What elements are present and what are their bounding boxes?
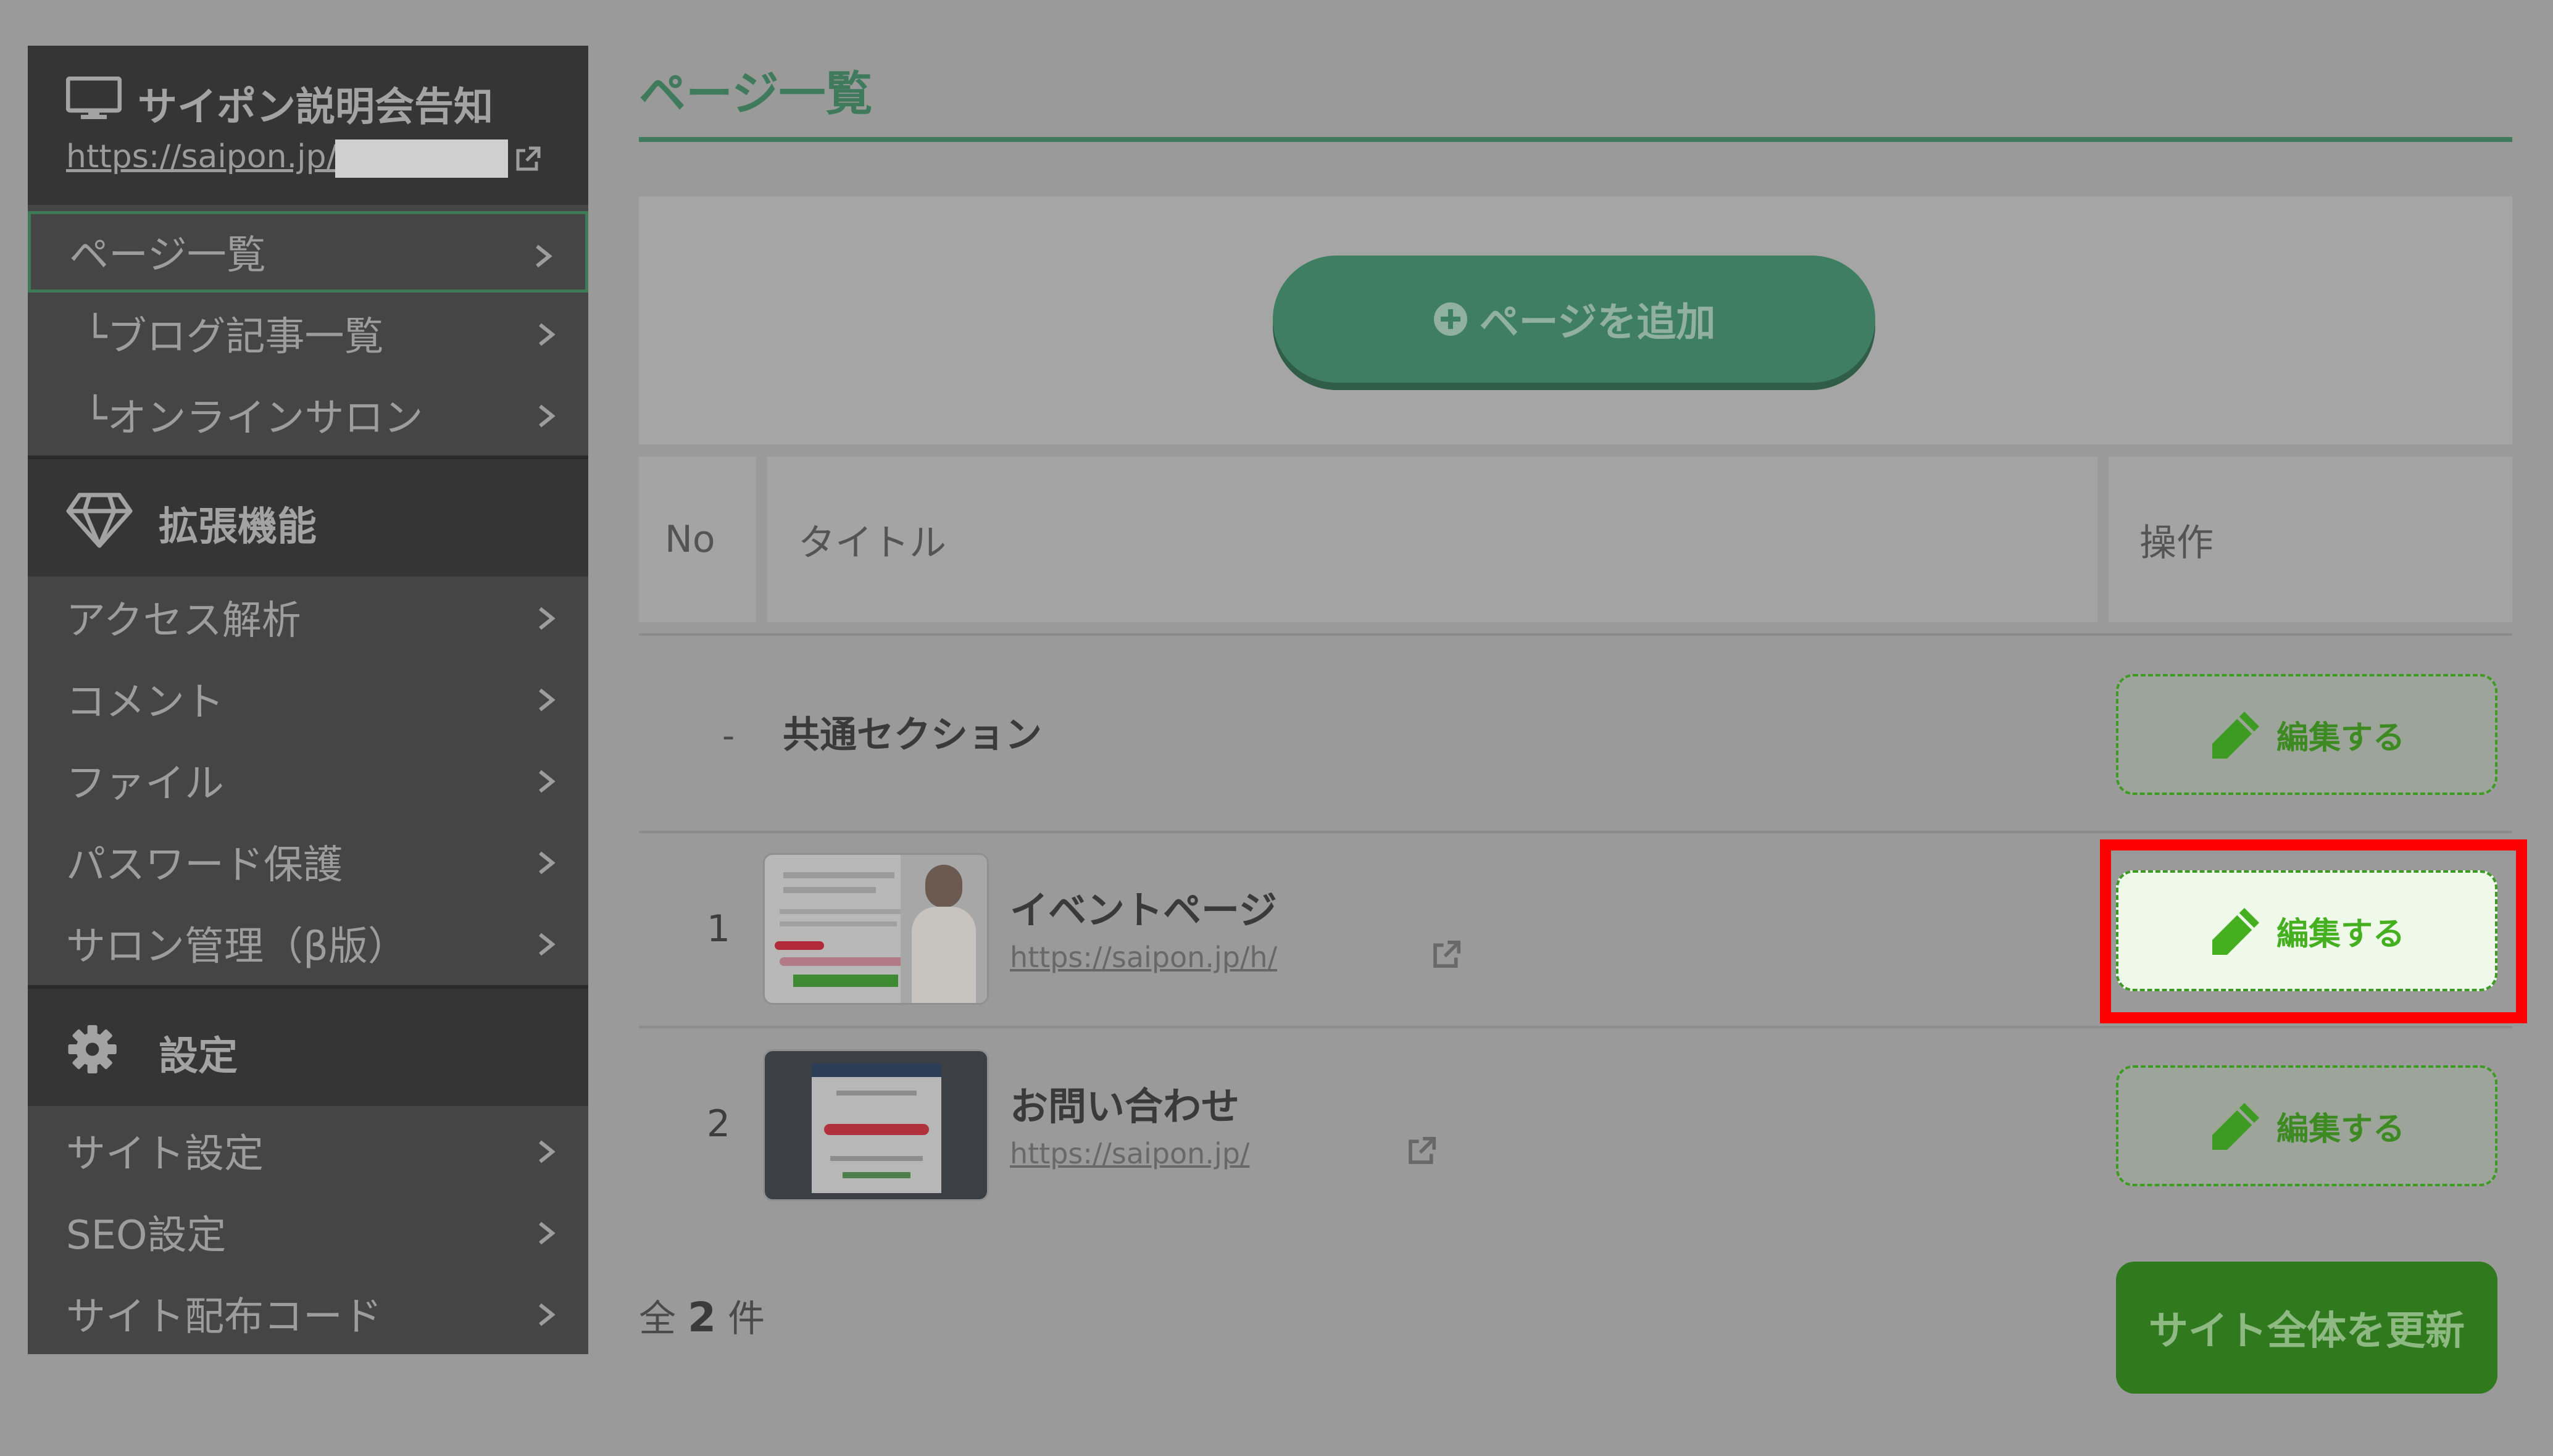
pencil-icon [2212, 1103, 2259, 1150]
section-label: 拡張機能 [159, 504, 317, 550]
thumb-text-line [830, 1156, 923, 1161]
page-thumbnail[interactable] [763, 1049, 989, 1201]
sidebar-item-online-salon[interactable]: └オンラインサロン [28, 374, 588, 456]
sidebar: サイポン説明会告知 https://saipon.jp/ ページ一覧 └ブログ記… [28, 46, 588, 1354]
row-divider [639, 1026, 2512, 1028]
sidebar-item-label: └オンラインサロン [83, 396, 423, 441]
sidebar-section-extensions: 拡張機能 [28, 456, 588, 576]
row-number: 2 [706, 1102, 731, 1146]
sidebar-item-password[interactable]: パスワード保護 [28, 821, 588, 902]
edit-page-button[interactable]: 編集する [2116, 1065, 2497, 1186]
monitor-icon [66, 77, 122, 119]
column-header-ops: 操作 [2109, 457, 2512, 622]
sidebar-item-label: アクセス解析 [66, 598, 301, 644]
thumb-text-line [783, 872, 894, 878]
edit-label: 編集する [2276, 719, 2405, 757]
sidebar-item-distribution-code[interactable]: サイト配布コード [28, 1273, 588, 1354]
thumb-text-line [836, 1091, 917, 1096]
sidebar-item-label: ページ一覧 [69, 233, 266, 278]
sidebar-item-label: サイト設定 [66, 1131, 264, 1177]
chevron-right-icon [539, 1303, 556, 1326]
add-page-button[interactable]: ページを追加 [1273, 256, 1875, 383]
sidebar-item-label: パスワード保護 [66, 842, 343, 888]
page-title: ページ一覧 [639, 66, 873, 121]
redacted-url-mask [335, 139, 508, 178]
edit-label: 編集する [2276, 1110, 2405, 1148]
sidebar-item-page-list[interactable]: ページ一覧 [28, 211, 588, 293]
sidebar-item-label: コメント [66, 680, 224, 725]
sidebar-item-blog-list[interactable]: └ブログ記事一覧 [28, 293, 588, 374]
thumb-red-button [824, 1124, 929, 1135]
chevron-right-icon [539, 770, 556, 793]
row-page-url[interactable]: https://saipon.jp/ [1010, 1137, 1249, 1170]
plus-circle-icon [1433, 302, 1467, 336]
common-section-dash: - [722, 716, 735, 756]
update-site-button[interactable]: サイト全体を更新 [2116, 1262, 2497, 1394]
chevron-right-icon [539, 323, 556, 346]
add-page-label: ページを追加 [1479, 300, 1716, 346]
sidebar-item-analytics[interactable]: アクセス解析 [28, 576, 588, 658]
chevron-right-icon [539, 1221, 556, 1245]
thumb-card-header [812, 1063, 941, 1077]
chevron-right-icon [539, 688, 556, 712]
common-section-label: 共通セクション [783, 713, 1042, 757]
sidebar-item-salon-admin[interactable]: サロン管理（β版） [28, 902, 588, 984]
row-page-name: イベントページ [1010, 888, 1277, 933]
chevron-right-icon [539, 607, 556, 630]
thumb-card [812, 1063, 941, 1193]
thumb-phone-line [843, 1172, 910, 1178]
edit-common-section-button[interactable]: 編集する [2116, 674, 2497, 795]
thumb-red-label [775, 941, 824, 950]
sidebar-item-site-settings[interactable]: サイト設定 [28, 1110, 588, 1191]
thumb-text-line [783, 887, 876, 893]
sidebar-item-files[interactable]: ファイル [28, 739, 588, 821]
sidebar-item-label: ファイル [66, 761, 224, 807]
sidebar-item-label: SEO設定 [66, 1213, 227, 1258]
sidebar-item-label: サイト配布コード [66, 1294, 382, 1340]
thumb-green-button [793, 975, 898, 987]
total-count: 全 2 件 [639, 1289, 765, 1342]
site-header: サイポン説明会告知 https://saipon.jp/ [28, 46, 588, 205]
external-link-icon[interactable] [1430, 938, 1463, 971]
column-header-no: No [639, 457, 756, 622]
page-thumbnail[interactable] [763, 853, 989, 1005]
sidebar-item-seo-settings[interactable]: SEO設定 [28, 1191, 588, 1273]
thumb-text-line [780, 921, 897, 926]
site-url-link[interactable]: https://saipon.jp/ [66, 138, 337, 175]
row-page-url[interactable]: https://saipon.jp/h/ [1010, 941, 1277, 974]
total-number: 2 [688, 1294, 717, 1341]
external-link-icon[interactable] [513, 144, 543, 174]
diamond-icon [66, 493, 133, 548]
row-divider [639, 831, 2512, 833]
title-underline [639, 137, 2512, 142]
gear-icon [68, 1025, 117, 1074]
external-link-icon[interactable] [1405, 1134, 1438, 1168]
column-header-title: タイトル [767, 457, 2097, 622]
sidebar-item-comments[interactable]: コメント [28, 658, 588, 739]
highlight-box [2100, 839, 2527, 1023]
section-label: 設定 [159, 1034, 238, 1080]
row-number: 1 [706, 907, 731, 951]
chevron-right-icon [539, 404, 556, 428]
thumb-text-line [780, 909, 903, 914]
site-title: サイポン説明会告知 [138, 85, 493, 130]
row-page-name: お問い合わせ [1010, 1084, 1240, 1129]
sidebar-section-settings: 設定 [28, 985, 588, 1106]
chevron-right-icon [539, 933, 556, 956]
pencil-icon [2212, 712, 2259, 759]
chevron-right-icon [536, 244, 552, 268]
total-suffix: 件 [728, 1297, 765, 1341]
thumb-person-body [912, 907, 976, 1003]
thumb-person-head [925, 865, 962, 908]
sidebar-item-label: サロン管理（β版） [66, 924, 407, 970]
total-prefix: 全 [639, 1297, 676, 1341]
chevron-right-icon [539, 1140, 556, 1163]
chevron-right-icon [539, 851, 556, 875]
thumb-person-photo [901, 855, 987, 1003]
thumb-pink-bar [780, 957, 909, 966]
sidebar-item-label: └ブログ記事一覧 [83, 314, 384, 360]
row-divider [639, 633, 2512, 636]
